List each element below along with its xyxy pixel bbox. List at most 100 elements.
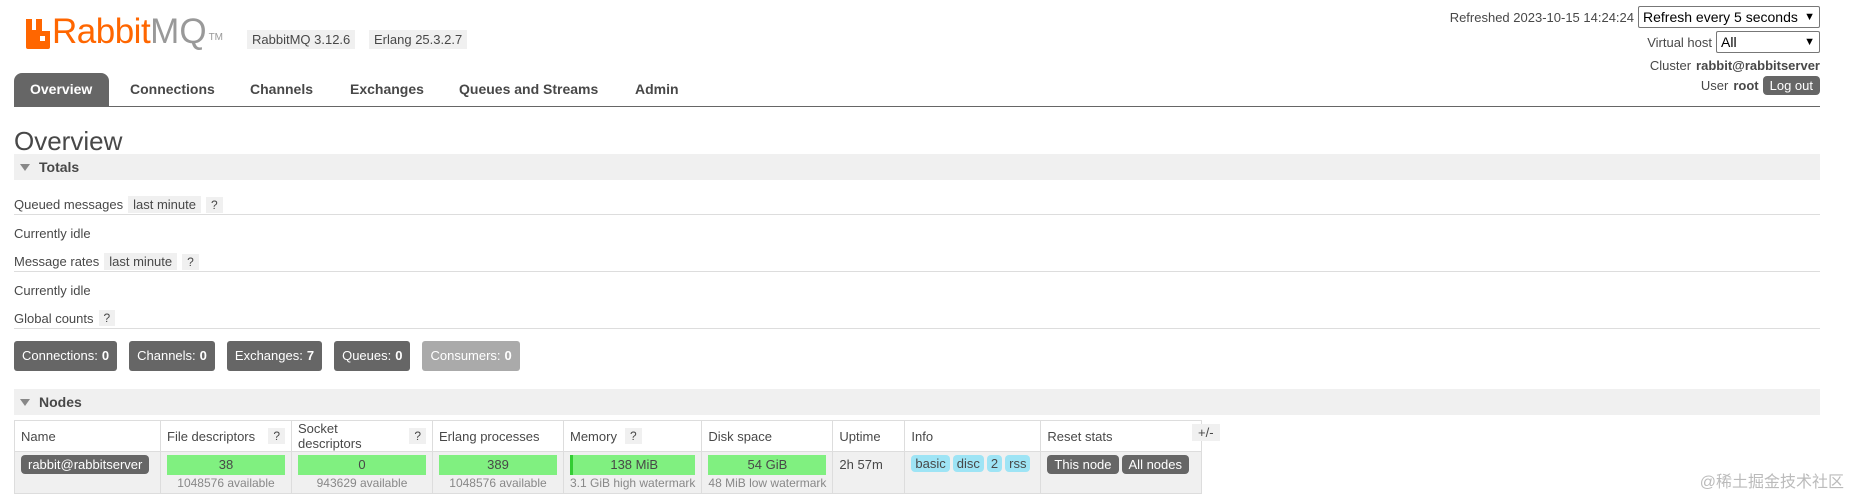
nodes-section-header[interactable]: Nodes: [14, 389, 1820, 415]
cell-memory: 138 MiB 3.1 GiB high watermark: [562, 451, 703, 494]
divider: [14, 214, 1820, 215]
memory-bar: 138 MiB: [570, 455, 696, 475]
vhost-label: Virtual host: [1647, 34, 1712, 50]
rabbitmq-version: RabbitMQ 3.12.6: [247, 30, 356, 49]
tab-connections[interactable]: Connections: [114, 73, 231, 106]
help-icon[interactable]: ?: [409, 428, 426, 444]
rates-range-selector[interactable]: last minute: [104, 253, 178, 270]
file-descriptors-available: 1048576 available: [177, 476, 275, 490]
node-name-link[interactable]: rabbit@rabbitserver: [21, 455, 150, 474]
help-icon[interactable]: ?: [98, 310, 116, 326]
channels-count-value: 0: [199, 348, 207, 363]
col-info: Info: [904, 420, 1042, 452]
message-rates-label: Message rates: [14, 254, 100, 269]
tab-admin[interactable]: Admin: [619, 73, 695, 106]
queued-messages-label: Queued messages: [14, 197, 124, 212]
totals-section-header[interactable]: Totals: [14, 154, 1820, 180]
tab-queues-and-streams[interactable]: Queues and Streams: [443, 73, 614, 106]
col-info-label: Info: [911, 428, 934, 444]
consumers-count[interactable]: Consumers: 0: [422, 341, 520, 371]
channels-count[interactable]: Channels: 0: [129, 341, 215, 371]
info-tag-disc[interactable]: disc: [952, 455, 984, 472]
queued-messages-row: Queued messages last minute ?: [14, 196, 223, 213]
exchanges-count-label: Exchanges:: [234, 348, 303, 363]
cell-node-name: rabbit@rabbitserver: [14, 451, 161, 494]
cell-uptime: 2h 57m: [832, 451, 906, 494]
divider: [14, 328, 1820, 329]
file-descriptors-bar: 38: [167, 455, 285, 475]
col-memory-label: Memory: [570, 428, 617, 444]
disk-space-bar: 54 GiB: [708, 455, 827, 475]
logo-rabbit-text: Rabbit: [52, 12, 151, 51]
logo-tm-text: TM: [208, 32, 224, 43]
help-icon[interactable]: ?: [182, 253, 199, 270]
queues-count[interactable]: Queues: 0: [334, 341, 411, 371]
socket-descriptors-available: 943629 available: [316, 476, 408, 490]
consumers-count-value: 0: [504, 348, 512, 363]
consumers-count-label: Consumers:: [430, 348, 501, 363]
vhost-value: All: [1721, 34, 1737, 50]
col-reset-stats: Reset stats: [1040, 420, 1203, 452]
chevron-down-icon: ▼: [1804, 11, 1815, 23]
col-name: Name: [14, 420, 161, 452]
rabbitmq-logo[interactable]: Rabbit MQ TM: [24, 14, 223, 49]
totals-title: Totals: [39, 159, 80, 175]
nodes-table: Name File descriptors? Socket descriptor…: [14, 420, 1203, 494]
connections-count[interactable]: Connections: 0: [14, 341, 118, 371]
col-uptime: Uptime: [832, 420, 906, 452]
erlang-processes-bar: 389: [439, 455, 557, 475]
reset-all-nodes-button[interactable]: All nodes: [1121, 455, 1189, 474]
info-tag-basic[interactable]: basic: [911, 455, 950, 472]
help-icon[interactable]: ?: [268, 428, 285, 444]
collapse-triangle-icon: [20, 399, 30, 406]
erlang-processes-available: 1048576 available: [449, 476, 547, 490]
col-disk-space-label: Disk space: [708, 428, 772, 444]
erlang-version: Erlang 25.3.2.7: [369, 30, 468, 49]
queues-count-label: Queues:: [342, 348, 392, 363]
connections-count-label: Connections:: [22, 348, 98, 363]
tab-overview[interactable]: Overview: [14, 73, 109, 106]
queues-count-value: 0: [395, 348, 403, 363]
col-name-label: Name: [21, 428, 56, 444]
refresh-interval-select[interactable]: Refresh every 5 seconds ▼: [1638, 6, 1820, 28]
tab-exchanges[interactable]: Exchanges: [334, 73, 440, 106]
tab-channels[interactable]: Channels: [234, 73, 329, 106]
table-header-row: Name File descriptors? Socket descriptor…: [14, 420, 1203, 452]
info-tag-count[interactable]: 2: [986, 455, 1003, 472]
cluster-name: rabbit@rabbitserver: [1696, 58, 1820, 73]
col-file-descriptors: File descriptors?: [160, 420, 292, 452]
col-erlang-processes-label: Erlang processes: [439, 428, 540, 444]
logo-mq-text: MQ: [150, 12, 207, 51]
queued-status: Currently idle: [14, 226, 91, 241]
collapse-triangle-icon: [20, 164, 30, 171]
column-toggle-button[interactable]: +/-: [1192, 424, 1220, 441]
info-tag-rss[interactable]: rss: [1005, 455, 1031, 472]
channels-count-label: Channels:: [137, 348, 196, 363]
cluster-label: Cluster: [1649, 58, 1692, 73]
col-uptime-label: Uptime: [839, 428, 881, 444]
exchanges-count[interactable]: Exchanges: 7: [226, 341, 323, 371]
page-title: Overview: [14, 126, 123, 156]
main-tabs: Overview Connections Channels Exchanges …: [14, 73, 1820, 107]
connections-count-value: 0: [101, 348, 110, 363]
watermark: @稀土掘金技术社区: [1699, 474, 1844, 491]
help-icon[interactable]: ?: [624, 428, 642, 444]
socket-descriptors-bar: 0: [298, 455, 426, 475]
cell-reset-stats: This node All nodes: [1040, 451, 1203, 494]
col-erlang-processes: Erlang processes: [432, 420, 564, 452]
reset-this-node-button[interactable]: This node: [1047, 455, 1119, 474]
queued-range-selector[interactable]: last minute: [128, 196, 201, 213]
cell-file-descriptors: 38 1048576 available: [160, 451, 292, 494]
message-rates-row: Message rates last minute ?: [14, 253, 199, 270]
cell-disk-space: 54 GiB 48 MiB low watermark: [701, 451, 834, 494]
help-icon[interactable]: ?: [206, 196, 223, 213]
global-counts: Connections: 0 Channels: 0 Exchanges: 7 Que…: [14, 341, 532, 371]
cell-socket-descriptors: 0 943629 available: [291, 451, 433, 494]
vhost-select[interactable]: All ▼: [1716, 31, 1820, 53]
exchanges-count-value: 7: [306, 348, 315, 363]
col-socket-descriptors-label: Socket descriptors: [298, 421, 362, 451]
col-file-descriptors-label: File descriptors: [167, 428, 256, 444]
uptime-value: 2h 57m: [839, 457, 883, 472]
table-row: rabbit@rabbitserver 38 1048576 available…: [14, 451, 1203, 494]
global-counts-row: Global counts ?: [14, 310, 116, 326]
